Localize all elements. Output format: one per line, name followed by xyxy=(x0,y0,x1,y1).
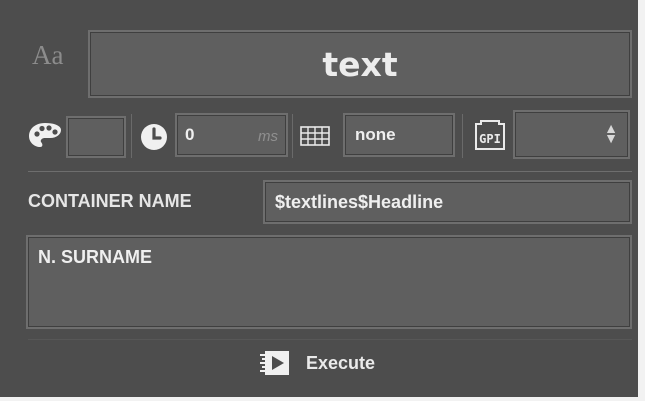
section-divider xyxy=(28,171,632,172)
text-value: text xyxy=(322,44,398,84)
toolbar-divider xyxy=(131,114,132,158)
container-name-label: CONTAINER NAME xyxy=(28,191,192,211)
execute-button[interactable]: Execute xyxy=(258,343,398,383)
clock-icon xyxy=(141,124,167,150)
container-name-value: $textlines$Headline xyxy=(275,192,444,212)
palette-icon[interactable] xyxy=(28,121,62,149)
delay-value: 0 xyxy=(185,125,195,144)
text-control-panel: Aa text 0 ms none GPI ▲ ▼ CONTAINER NAME… xyxy=(0,0,645,401)
container-name-input[interactable]: $textlines$Headline xyxy=(263,180,632,224)
gpi-select[interactable]: ▲ ▼ xyxy=(513,110,630,159)
gpi-icon-text: GPI xyxy=(479,132,501,146)
gpi-icon: GPI xyxy=(475,120,505,150)
execute-icon xyxy=(260,351,289,375)
toolbar-divider xyxy=(462,114,463,158)
table-field[interactable]: none xyxy=(343,113,455,157)
window-edge xyxy=(638,0,645,401)
delay-input[interactable]: 0 ms xyxy=(175,113,288,157)
section-divider xyxy=(28,339,632,340)
content-textarea[interactable]: N. SURNAME xyxy=(26,235,632,329)
color-swatch[interactable] xyxy=(66,116,126,158)
table-field-value: none xyxy=(355,125,396,144)
execute-label: Execute xyxy=(306,352,376,373)
updown-arrows-icon: ▲ ▼ xyxy=(604,120,618,146)
table-icon xyxy=(300,126,330,146)
window-edge xyxy=(0,397,645,401)
toolbar-divider xyxy=(292,114,293,158)
text-value-field[interactable]: text xyxy=(88,30,632,98)
content-value: N. SURNAME xyxy=(38,247,153,267)
font-preview-label: Aa xyxy=(32,40,64,70)
delay-unit: ms xyxy=(258,128,278,145)
